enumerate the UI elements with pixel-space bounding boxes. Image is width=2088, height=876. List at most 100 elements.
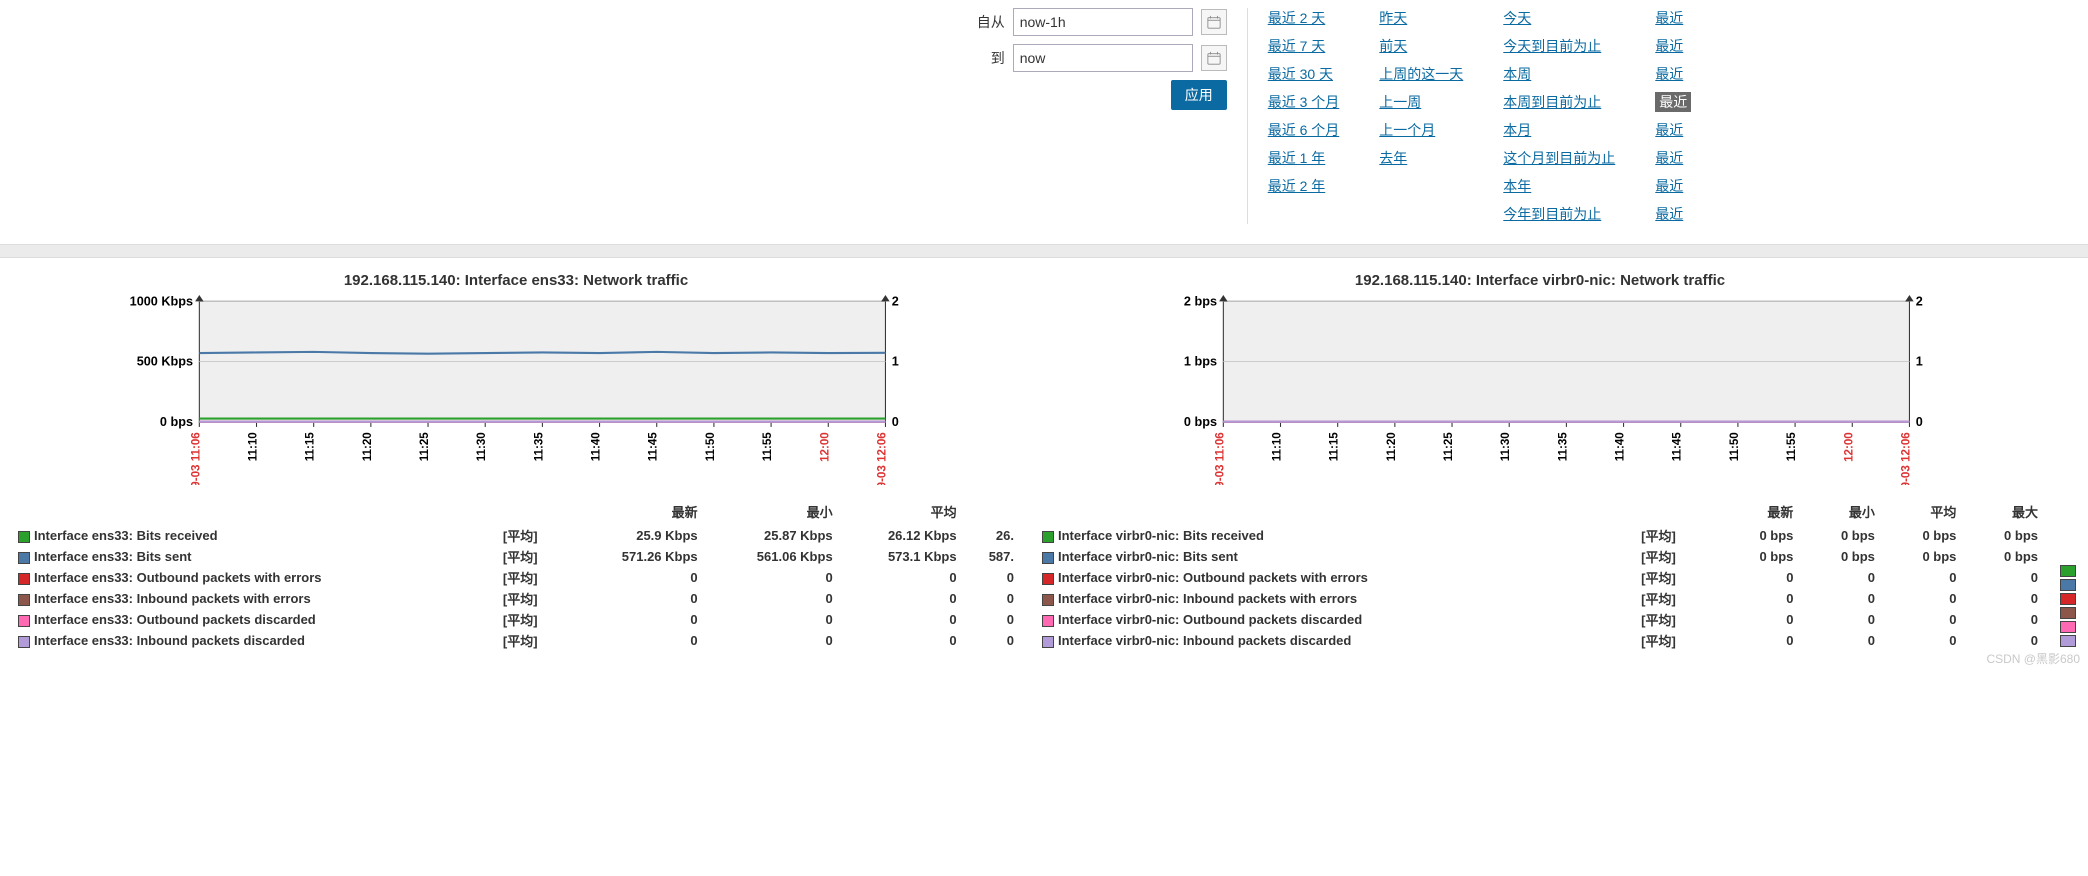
chart: 192.168.115.140: Interface virbr0-nic: N…: [1036, 272, 2044, 651]
time-link[interactable]: 上一个月: [1379, 120, 1463, 140]
chart-title: 192.168.115.140: Interface ens33: Networ…: [12, 272, 1020, 289]
time-range-form: 自从 到 应用: [397, 8, 1247, 110]
time-range-quick-links: 最近 2 天昨天今天最近最近 7 天前天今天到目前为止最近最近 30 天上周的这…: [1268, 8, 1692, 224]
legend-row[interactable]: Interface ens33: Bits received[平均]25.9 K…: [12, 525, 1020, 546]
to-label: 到: [991, 48, 1005, 68]
time-link[interactable]: 本月: [1503, 120, 1615, 140]
legend-swatch-column: [2060, 545, 2076, 647]
svg-text:11:50: 11:50: [1728, 432, 1741, 461]
svg-text:0: 0: [892, 415, 899, 429]
time-link[interactable]: 今天: [1503, 8, 1615, 28]
time-link[interactable]: 最近 2 年: [1268, 176, 1340, 196]
svg-text:11:55: 11:55: [1785, 432, 1798, 462]
legend-row[interactable]: Interface ens33: Bits sent[平均]571.26 Kbp…: [12, 546, 1020, 567]
apply-button[interactable]: 应用: [1171, 80, 1227, 110]
legend-swatch: [18, 636, 30, 648]
from-label: 自从: [977, 12, 1005, 32]
time-link[interactable]: 昨天: [1379, 8, 1463, 28]
time-link[interactable]: 今年到目前为止: [1503, 204, 1615, 224]
legend-row[interactable]: Interface virbr0-nic: Bits received[平均]0…: [1036, 525, 2044, 546]
legend-swatch: [1042, 615, 1054, 627]
time-link[interactable]: 最近: [1655, 120, 1691, 140]
legend-row[interactable]: Interface virbr0-nic: Outbound packets d…: [1036, 609, 2044, 630]
time-link[interactable]: 最近 3 个月: [1268, 92, 1340, 112]
time-link[interactable]: 最近 30 天: [1268, 64, 1340, 84]
svg-text:11:45: 11:45: [647, 432, 660, 462]
time-link[interactable]: 最近: [1655, 92, 1691, 112]
time-link[interactable]: 本周: [1503, 64, 1615, 84]
svg-text:11:15: 11:15: [304, 432, 317, 462]
svg-text:11:30: 11:30: [1499, 432, 1512, 461]
svg-text:11:45: 11:45: [1671, 432, 1684, 462]
legend-row[interactable]: Interface ens33: Inbound packets discard…: [12, 630, 1020, 651]
svg-text:11:10: 11:10: [1271, 432, 1284, 461]
svg-text:09-03 11:06: 09-03 11:06: [189, 432, 202, 485]
time-link[interactable]: 最近: [1655, 8, 1691, 28]
time-link[interactable]: 今天到目前为止: [1503, 36, 1615, 56]
time-link[interactable]: 最近: [1655, 64, 1691, 84]
svg-text:11:15: 11:15: [1328, 432, 1341, 462]
time-link[interactable]: 最近 2 天: [1268, 8, 1340, 28]
legend-swatch: [2060, 593, 2076, 605]
filter-panel: 自从 到 应用 最近 2 天昨天今天最近最近 7 天前天今天到目前为止最近最近 …: [0, 0, 2088, 244]
to-input[interactable]: [1013, 44, 1193, 72]
time-link[interactable]: 最近: [1655, 36, 1691, 56]
time-link[interactable]: 前天: [1379, 36, 1463, 56]
time-link[interactable]: 最近 1 年: [1268, 148, 1340, 168]
time-link[interactable]: 上一周: [1379, 92, 1463, 112]
svg-text:1: 1: [1916, 355, 1923, 369]
legend-swatch: [2060, 621, 2076, 633]
to-calendar-button[interactable]: [1201, 45, 1227, 71]
legend-row[interactable]: Interface ens33: Outbound packets discar…: [12, 609, 1020, 630]
legend-swatch: [1042, 573, 1054, 585]
legend-swatch: [18, 594, 30, 606]
svg-text:11:25: 11:25: [1442, 432, 1455, 462]
time-link[interactable]: 最近: [1655, 204, 1691, 224]
svg-text:11:50: 11:50: [704, 432, 717, 461]
chart-plot[interactable]: 2 bps21 bps10 bps009-03 11:0611:1011:151…: [1036, 295, 2044, 485]
time-link[interactable]: 最近 7 天: [1268, 36, 1340, 56]
legend-row[interactable]: Interface virbr0-nic: Bits sent[平均]0 bps…: [1036, 546, 2044, 567]
time-link[interactable]: 去年: [1379, 148, 1463, 168]
svg-text:12:00: 12:00: [818, 432, 831, 462]
svg-text:1000 Kbps: 1000 Kbps: [130, 295, 193, 309]
time-link[interactable]: 本年: [1503, 176, 1615, 196]
svg-text:09-03 12:06: 09-03 12:06: [875, 432, 888, 485]
from-input[interactable]: [1013, 8, 1193, 36]
legend-swatch: [2060, 607, 2076, 619]
legend-swatch: [1042, 594, 1054, 606]
time-link[interactable]: 这个月到目前为止: [1503, 148, 1615, 168]
time-link[interactable]: 最近: [1655, 176, 1691, 196]
svg-text:0 bps: 0 bps: [1184, 415, 1217, 429]
svg-text:1: 1: [892, 355, 899, 369]
chart-legend: 最新最小平均Interface ens33: Bits received[平均]…: [12, 502, 1020, 651]
time-link[interactable]: 最近: [1655, 148, 1691, 168]
svg-text:2: 2: [892, 295, 899, 309]
legend-row[interactable]: Interface virbr0-nic: Inbound packets di…: [1036, 630, 2044, 651]
chart-plot[interactable]: 1000 Kbps2500 Kbps10 bps009-03 11:0611:1…: [12, 295, 1020, 485]
legend-row[interactable]: Interface virbr0-nic: Outbound packets w…: [1036, 567, 2044, 588]
svg-text:12:00: 12:00: [1842, 432, 1855, 462]
legend-swatch: [18, 573, 30, 585]
svg-text:11:40: 11:40: [590, 432, 603, 461]
time-link[interactable]: 最近 6 个月: [1268, 120, 1340, 140]
svg-text:11:20: 11:20: [361, 432, 374, 461]
legend-row[interactable]: Interface ens33: Outbound packets with e…: [12, 567, 1020, 588]
svg-text:11:20: 11:20: [1385, 432, 1398, 461]
legend-row[interactable]: Interface ens33: Inbound packets with er…: [12, 588, 1020, 609]
legend-swatch: [18, 531, 30, 543]
watermark: CSDN @黑影680: [1986, 650, 2080, 667]
time-link[interactable]: 上周的这一天: [1379, 64, 1463, 84]
legend-swatch: [2060, 565, 2076, 577]
charts-area: 192.168.115.140: Interface ens33: Networ…: [0, 272, 2088, 671]
svg-text:11:35: 11:35: [532, 432, 545, 462]
legend-row[interactable]: Interface virbr0-nic: Inbound packets wi…: [1036, 588, 2044, 609]
svg-text:09-03 12:06: 09-03 12:06: [1899, 432, 1912, 485]
svg-text:11:40: 11:40: [1614, 432, 1627, 461]
svg-text:0 bps: 0 bps: [160, 415, 193, 429]
svg-text:09-03 11:06: 09-03 11:06: [1213, 432, 1226, 485]
chart-legend: 最新最小平均最大Interface virbr0-nic: Bits recei…: [1036, 502, 2044, 651]
time-link[interactable]: 本周到目前为止: [1503, 92, 1615, 112]
from-calendar-button[interactable]: [1201, 9, 1227, 35]
legend-swatch: [1042, 531, 1054, 543]
